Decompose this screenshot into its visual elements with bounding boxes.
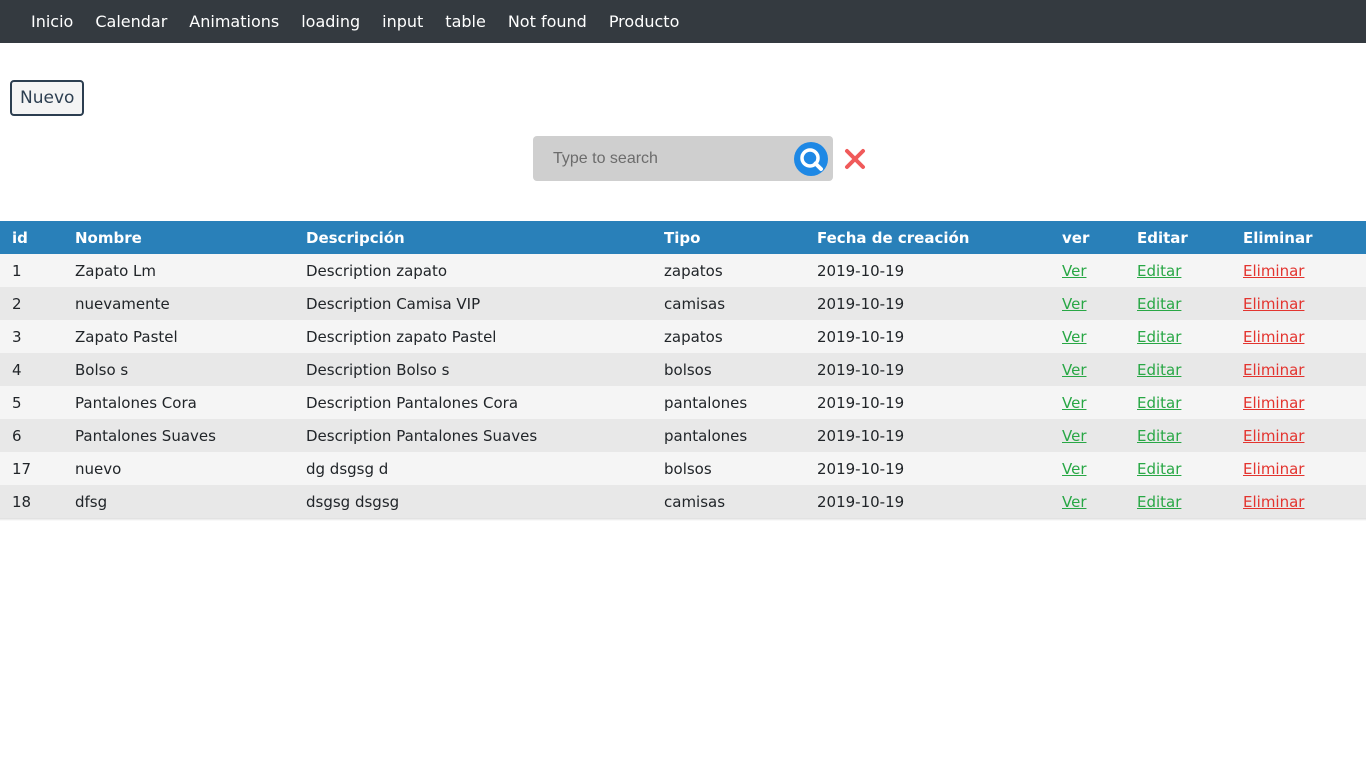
cell-nombre: Pantalones Suaves (75, 426, 216, 445)
cell-id: 18 (12, 492, 32, 511)
cell-descripcion: Description Pantalones Suaves (306, 426, 538, 445)
view-link[interactable]: Ver (1062, 460, 1087, 478)
edit-link[interactable]: Editar (1137, 295, 1181, 313)
col-header-ver: ver (1062, 228, 1090, 247)
cell-nombre: nuevamente (75, 294, 170, 313)
table-row: 2 nuevamente Description Camisa VIP cami… (0, 287, 1366, 320)
col-header-id: id (12, 228, 28, 247)
nav-item-not-found[interactable]: Not found (497, 12, 598, 31)
cell-tipo: bolsos (664, 360, 712, 379)
cell-fecha: 2019-10-19 (817, 459, 905, 478)
col-header-fecha: Fecha de creación (817, 228, 970, 247)
delete-link[interactable]: Eliminar (1243, 427, 1304, 445)
nav-item-loading[interactable]: loading (290, 12, 371, 31)
cell-descripcion: Description zapato Pastel (306, 327, 497, 346)
col-header-eliminar: Eliminar (1243, 228, 1313, 247)
edit-link[interactable]: Editar (1137, 262, 1181, 280)
cell-id: 1 (12, 261, 22, 280)
delete-link[interactable]: Eliminar (1243, 262, 1304, 280)
col-header-editar: Editar (1137, 228, 1188, 247)
edit-link[interactable]: Editar (1137, 394, 1181, 412)
delete-link[interactable]: Eliminar (1243, 493, 1304, 511)
cell-tipo: camisas (664, 294, 726, 313)
edit-link[interactable]: Editar (1137, 460, 1181, 478)
cell-id: 2 (12, 294, 22, 313)
cell-id: 4 (12, 360, 22, 379)
search-box (533, 136, 833, 181)
search-input[interactable] (533, 136, 783, 181)
cell-nombre: nuevo (75, 459, 122, 478)
table-row: 18 dfsg dsgsg dsgsg camisas 2019-10-19 V… (0, 485, 1366, 518)
table-row: 17 nuevo dg dsgsg d bolsos 2019-10-19 Ve… (0, 452, 1366, 485)
cell-nombre: Zapato Lm (75, 261, 156, 280)
top-navbar: Inicio Calendar Animations loading input… (0, 0, 1366, 43)
view-link[interactable]: Ver (1062, 295, 1087, 313)
cell-tipo: camisas (664, 492, 726, 511)
table-header: id Nombre Descripción Tipo Fecha de crea… (0, 221, 1366, 254)
edit-link[interactable]: Editar (1137, 427, 1181, 445)
cell-tipo: zapatos (664, 261, 723, 280)
cell-fecha: 2019-10-19 (817, 360, 905, 379)
cell-id: 17 (12, 459, 32, 478)
delete-link[interactable]: Eliminar (1243, 460, 1304, 478)
cell-fecha: 2019-10-19 (817, 393, 905, 412)
cell-nombre: dfsg (75, 492, 108, 511)
nav-item-animations[interactable]: Animations (178, 12, 290, 31)
col-header-nombre: Nombre (75, 228, 142, 247)
cell-id: 3 (12, 327, 22, 346)
table-row: 5 Pantalones Cora Description Pantalones… (0, 386, 1366, 419)
nav-item-table[interactable]: table (434, 12, 497, 31)
edit-link[interactable]: Editar (1137, 493, 1181, 511)
cell-nombre: Zapato Pastel (75, 327, 178, 346)
table-row: 3 Zapato Pastel Description zapato Paste… (0, 320, 1366, 353)
cell-descripcion: Description Pantalones Cora (306, 393, 519, 412)
cell-fecha: 2019-10-19 (817, 294, 905, 313)
close-icon[interactable] (843, 147, 867, 171)
search-icon[interactable] (793, 141, 829, 177)
cell-descripcion: Description Bolso s (306, 360, 450, 379)
cell-tipo: pantalones (664, 426, 748, 445)
cell-descripcion: dg dsgsg d (306, 459, 389, 478)
view-link[interactable]: Ver (1062, 427, 1087, 445)
new-button[interactable]: Nuevo (10, 80, 85, 116)
cell-tipo: zapatos (664, 327, 723, 346)
cell-id: 5 (12, 393, 22, 412)
col-header-tipo: Tipo (664, 228, 701, 247)
table-row: 6 Pantalones Suaves Description Pantalon… (0, 419, 1366, 452)
edit-link[interactable]: Editar (1137, 361, 1181, 379)
cell-descripcion: dsgsg dsgsg (306, 492, 400, 511)
view-link[interactable]: Ver (1062, 394, 1087, 412)
nav-item-producto[interactable]: Producto (598, 12, 691, 31)
cell-fecha: 2019-10-19 (817, 492, 905, 511)
products-table: id Nombre Descripción Tipo Fecha de crea… (0, 221, 1366, 518)
delete-link[interactable]: Eliminar (1243, 295, 1304, 313)
cell-descripcion: Description zapato (306, 261, 448, 280)
view-link[interactable]: Ver (1062, 262, 1087, 280)
cell-fecha: 2019-10-19 (817, 426, 905, 445)
view-link[interactable]: Ver (1062, 361, 1087, 379)
col-header-descripcion: Descripción (306, 228, 405, 247)
cell-nombre: Pantalones Cora (75, 393, 197, 412)
cell-fecha: 2019-10-19 (817, 327, 905, 346)
cell-tipo: pantalones (664, 393, 748, 412)
cell-tipo: bolsos (664, 459, 712, 478)
cell-id: 6 (12, 426, 22, 445)
search-bar (533, 136, 867, 181)
table-row: 1 Zapato Lm Description zapato zapatos 2… (0, 254, 1366, 287)
cell-fecha: 2019-10-19 (817, 261, 905, 280)
delete-link[interactable]: Eliminar (1243, 394, 1304, 412)
delete-link[interactable]: Eliminar (1243, 328, 1304, 346)
nav-item-input[interactable]: input (371, 12, 434, 31)
cell-descripcion: Description Camisa VIP (306, 294, 481, 313)
table-row: 4 Bolso s Description Bolso s bolsos 201… (0, 353, 1366, 386)
view-link[interactable]: Ver (1062, 493, 1087, 511)
table-shadow (0, 518, 1366, 521)
cell-nombre: Bolso s (75, 360, 129, 379)
edit-link[interactable]: Editar (1137, 328, 1181, 346)
delete-link[interactable]: Eliminar (1243, 361, 1304, 379)
view-link[interactable]: Ver (1062, 328, 1087, 346)
nav-item-inicio[interactable]: Inicio (20, 12, 84, 31)
nav-item-calendar[interactable]: Calendar (84, 12, 178, 31)
